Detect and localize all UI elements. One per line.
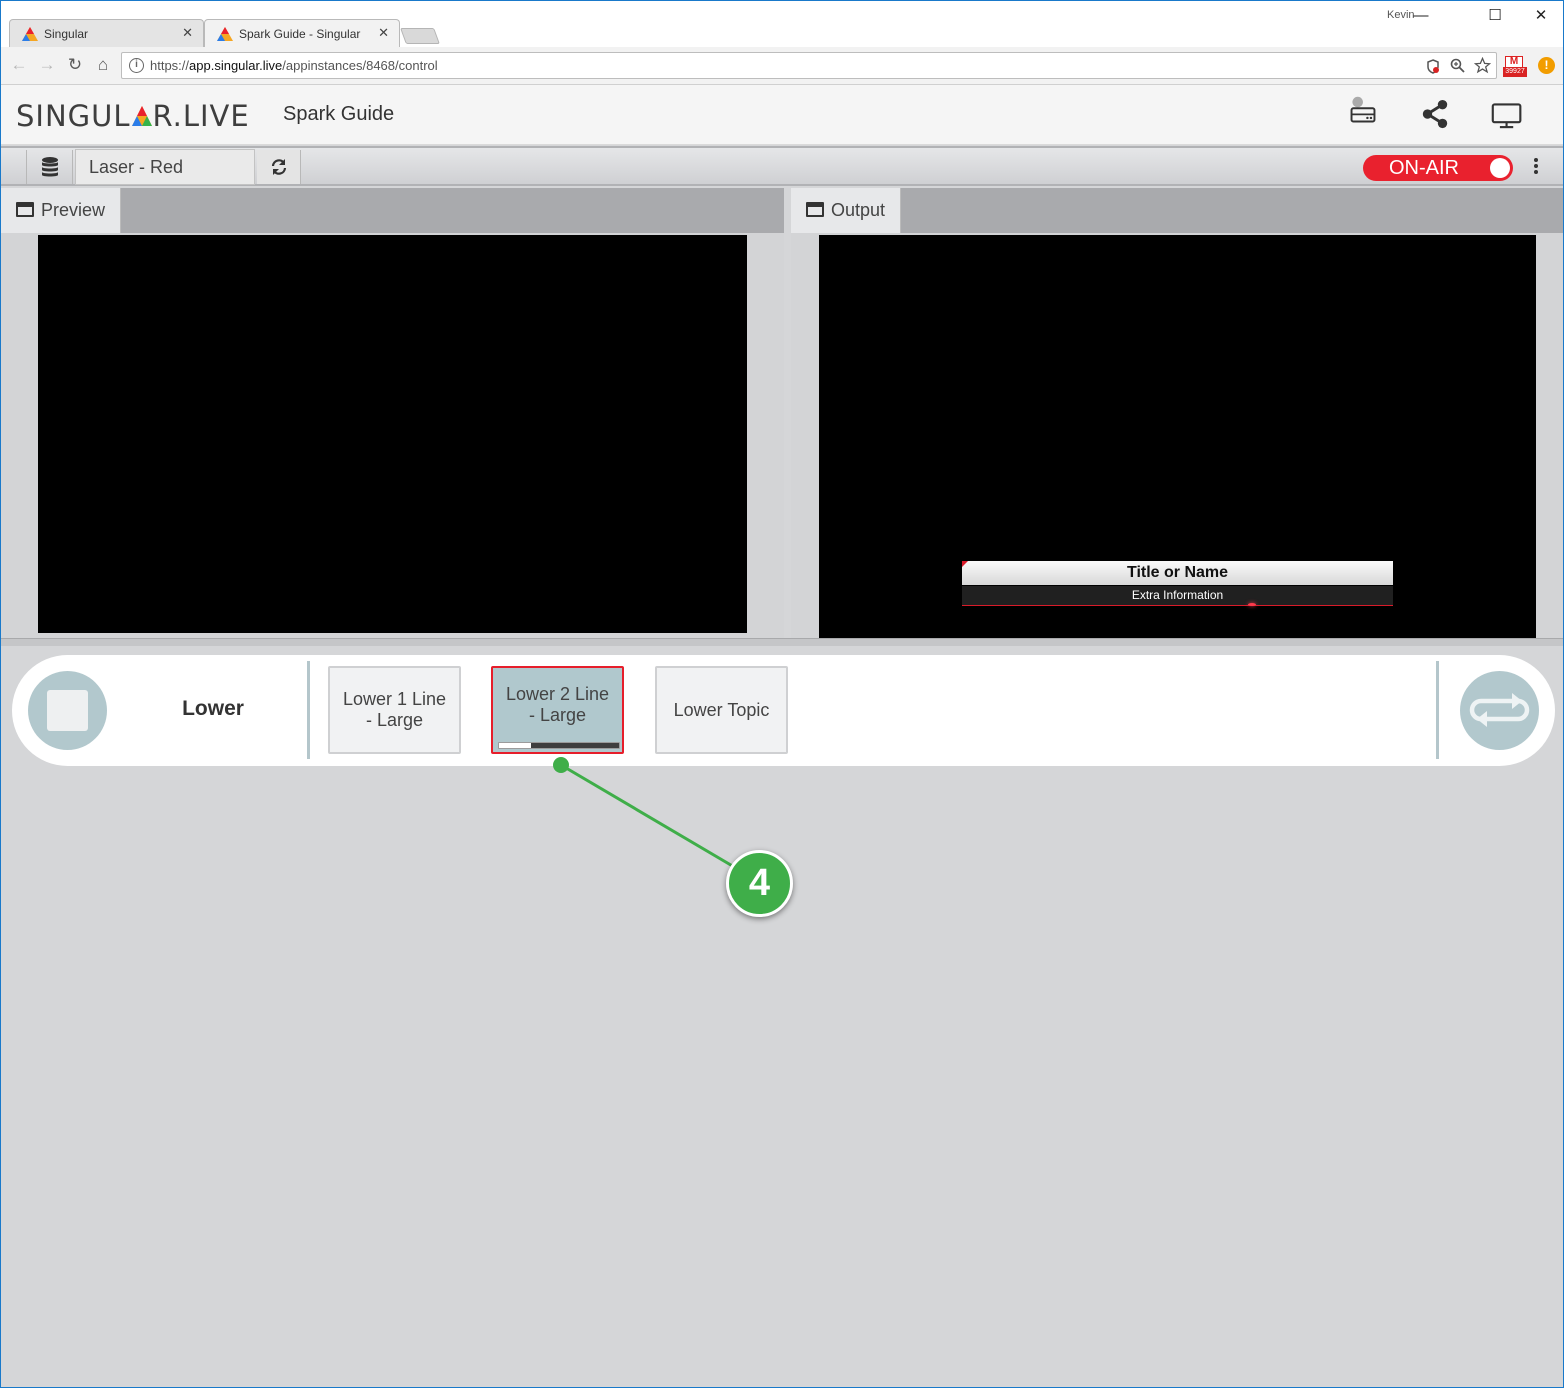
url-text[interactable]: https://app.singular.live/appinstances/8… (150, 58, 438, 73)
minimize-icon[interactable]: — (1401, 5, 1441, 27)
preview-panel: Preview (1, 188, 784, 638)
window-icon (806, 202, 824, 217)
button-label: Lower 2 Line - Large (505, 684, 610, 725)
divider (307, 661, 310, 759)
button-label: Lower Topic (673, 699, 770, 720)
gmail-extension-icon[interactable]: M 39927 (1503, 56, 1527, 77)
panel-divider[interactable] (1, 638, 1563, 646)
tab-singular[interactable]: Singular ✕ (9, 19, 204, 47)
shield-icon[interactable] (1426, 59, 1440, 74)
graphic-subtitle: Extra Information (962, 586, 1393, 606)
step-number-badge: 4 (726, 850, 793, 917)
tab-preview[interactable]: Preview (1, 188, 122, 233)
tab-label: Singular (44, 26, 89, 41)
more-options-icon[interactable] (1531, 156, 1541, 178)
logo-text-left: SINGUL (16, 99, 131, 133)
output-screen: Title or Name Extra Information (819, 235, 1536, 638)
url-path: /appinstances/8468/control (282, 58, 438, 73)
refresh-icon (271, 159, 287, 175)
browser-window: Singular ✕ Spark Guide - Singular ✕ Kevi… (0, 0, 1564, 1388)
title-bar: Singular ✕ Spark Guide - Singular ✕ Kevi… (1, 1, 1563, 47)
singular-logo-icon (217, 26, 233, 41)
window-icon (16, 202, 34, 217)
control-node-name: Lower (182, 697, 244, 720)
progress-bar (498, 742, 620, 749)
tab-spark-guide[interactable]: Spark Guide - Singular ✕ (204, 19, 400, 47)
control-strip: Lower Lower 1 Line - Large Lower 2 Line … (12, 655, 1555, 766)
output-panel-bar: Output (791, 188, 1563, 233)
graphic-corner-accent (962, 561, 968, 567)
stop-icon (47, 690, 88, 731)
site-info-icon[interactable]: i (129, 58, 144, 73)
address-bar[interactable]: i https://app.singular.live/appinstances… (121, 52, 1497, 79)
page-title: Spark Guide (283, 103, 395, 125)
singular-live-logo[interactable]: SINGUL R.LIVE (16, 99, 250, 133)
database-button[interactable] (27, 150, 73, 184)
share-icon[interactable] (1419, 99, 1451, 129)
button-lower-2-line-large[interactable]: Lower 2 Line - Large (491, 666, 624, 754)
tab-output[interactable]: Output (791, 188, 902, 233)
logo-text-right: R.LIVE (152, 99, 250, 133)
alert-icon[interactable]: ! (1538, 57, 1555, 74)
control-bar: Laser - Red ON-AIR (1, 146, 1563, 186)
forward-arrow-icon[interactable]: → (37, 55, 57, 75)
maximize-icon[interactable]: ☐ (1475, 5, 1515, 27)
divider (1436, 661, 1439, 759)
url-host: app.singular.live (189, 58, 283, 73)
panel-grip[interactable] (5, 150, 27, 184)
tab-label: Spark Guide - Singular (239, 26, 361, 41)
lower-third-graphic: Title or Name Extra Information (962, 561, 1393, 607)
home-icon[interactable]: ⌂ (93, 55, 113, 75)
preview-label: Preview (41, 200, 106, 220)
zoom-icon[interactable] (1450, 58, 1465, 73)
button-lower-1-line-large[interactable]: Lower 1 Line - Large (328, 666, 461, 754)
database-icon (42, 157, 58, 177)
tab-close-icon[interactable]: ✕ (378, 25, 389, 41)
refresh-button[interactable] (257, 150, 301, 184)
close-window-icon[interactable]: ✕ (1521, 5, 1561, 27)
button-lower-topic[interactable]: Lower Topic (655, 666, 788, 754)
button-label: Lower 1 Line - Large (342, 689, 447, 730)
output-label: Output (831, 200, 886, 220)
on-air-label: ON-AIR (1389, 157, 1459, 179)
app-header: SINGUL R.LIVE Spark Guide (1, 85, 1563, 145)
storage-icon[interactable] (1347, 95, 1379, 125)
loop-icon (1469, 693, 1530, 727)
monitor-icon[interactable] (1491, 101, 1523, 131)
preview-screen (38, 235, 747, 633)
bookmark-star-icon[interactable] (1474, 57, 1491, 74)
logo-triangle-icon (131, 106, 152, 126)
toggle-knob (1490, 158, 1510, 178)
graphic-title: Title or Name (962, 561, 1393, 585)
new-tab-button[interactable] (400, 28, 440, 44)
stop-button[interactable] (28, 671, 107, 750)
gmail-count: 39927 (1503, 67, 1527, 77)
tab-close-icon[interactable]: ✕ (182, 25, 193, 41)
back-arrow-icon[interactable]: ← (9, 55, 29, 75)
output-panel: Output Title or Name Extra Information (791, 188, 1563, 638)
progress-fill (499, 743, 532, 748)
graphic-laser-glow (1248, 603, 1256, 606)
url-scheme: https:// (150, 58, 190, 73)
preview-panel-bar: Preview (1, 188, 784, 233)
theme-selector[interactable]: Laser - Red (75, 149, 255, 185)
browser-toolbar: ← → ↻ ⌂ i https://app.singular.live/appi… (1, 47, 1563, 85)
loop-button[interactable] (1460, 671, 1539, 750)
reload-icon[interactable]: ↻ (65, 55, 85, 75)
on-air-toggle[interactable]: ON-AIR (1363, 155, 1513, 181)
singular-logo-icon (22, 26, 38, 41)
